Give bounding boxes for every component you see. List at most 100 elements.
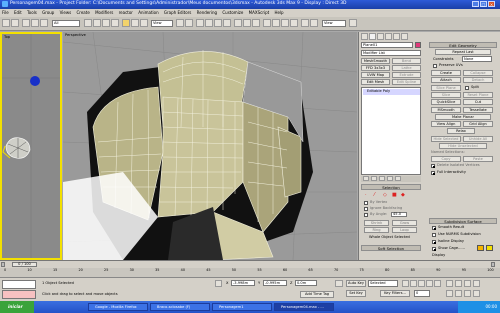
utilities-tab-icon[interactable]	[401, 33, 408, 40]
selection-filter-dropdown[interactable]: All	[52, 20, 80, 27]
goto-end-icon[interactable]	[434, 280, 441, 287]
menu-graph-editors[interactable]: Graph Editors	[164, 10, 191, 15]
track-bar[interactable]: 0 10 15 20 25 30 35 40 45 50 55 60 65 70…	[0, 268, 500, 277]
close-button[interactable]: ×	[488, 1, 495, 7]
menu-file[interactable]: File	[2, 10, 9, 15]
edit-mesh-button[interactable]: Edit Mesh	[361, 79, 390, 85]
shrink-button[interactable]: Shrink	[364, 220, 389, 226]
soft-selection-rollout-header[interactable]: Soft Selection	[361, 245, 421, 251]
y-coordinate-field[interactable]: -0.995m	[263, 280, 287, 286]
angle-snap-icon[interactable]	[205, 19, 213, 27]
remove-modifier-icon[interactable]	[387, 176, 393, 181]
select-rotate-icon[interactable]	[131, 19, 139, 27]
align-icon[interactable]	[252, 19, 260, 27]
element-icon[interactable]: ◆	[401, 192, 405, 198]
lock-selection-icon[interactable]	[215, 280, 222, 287]
full-interactivity-checkbox[interactable]	[431, 171, 435, 175]
set-key-button[interactable]: Set Key	[346, 290, 366, 297]
border-icon[interactable]: ◇	[383, 192, 387, 198]
by-vertex-checkbox[interactable]	[364, 201, 368, 205]
grow-button[interactable]: Grow	[392, 220, 417, 226]
menu-modifiers[interactable]: Modifiers	[95, 10, 113, 15]
curve-editor-icon[interactable]	[272, 19, 280, 27]
reset-plane-button[interactable]: Reset Plane	[463, 92, 493, 98]
prev-frame-icon[interactable]	[1, 262, 5, 267]
field-of-view-icon[interactable]	[446, 290, 453, 297]
cage-selected-color-swatch[interactable]	[486, 245, 493, 251]
cage-color-swatch[interactable]	[477, 245, 484, 251]
frame-readout[interactable]: 0 / 100	[12, 262, 37, 267]
polygon-icon[interactable]: ■	[392, 192, 397, 198]
grid-align-button[interactable]: Grid Align	[463, 121, 493, 127]
minimize-button[interactable]: _	[472, 1, 479, 7]
undo-icon[interactable]	[2, 19, 10, 27]
object-color-swatch[interactable]	[415, 42, 421, 48]
bind-space-warp-icon[interactable]	[40, 19, 48, 27]
set-key-icon[interactable]	[335, 280, 343, 287]
snap-toggle-icon[interactable]	[196, 19, 204, 27]
smooth-result-checkbox[interactable]	[432, 226, 436, 230]
select-move-icon[interactable]	[122, 19, 130, 27]
select-manipulate-icon[interactable]	[185, 19, 193, 27]
detach-button[interactable]: Detach	[463, 77, 493, 83]
unhide-all-button[interactable]: Unhide All	[463, 136, 493, 142]
create-button[interactable]: Create	[431, 70, 461, 76]
render-setup-icon[interactable]	[301, 19, 309, 27]
hide-unselected-button[interactable]: Hide Unselected	[439, 143, 487, 149]
delete-isolated-checkbox[interactable]	[431, 164, 435, 168]
x-coordinate-field[interactable]: -3.998m	[231, 280, 255, 286]
display-tab-icon[interactable]	[393, 33, 400, 40]
goto-start-icon[interactable]	[402, 280, 409, 287]
top-viewport[interactable]: Top	[0, 32, 62, 260]
window-crossing-icon[interactable]	[111, 19, 119, 27]
schematic-view-icon[interactable]	[281, 19, 289, 27]
relax-button[interactable]: Relax	[447, 128, 475, 134]
ring-button[interactable]: Ring	[364, 227, 389, 233]
task-braco[interactable]: Braco-sclosabe (F)	[150, 303, 210, 311]
play-icon[interactable]	[418, 280, 425, 287]
edit-spline-button[interactable]: Edit Spline	[392, 79, 421, 85]
maximize-viewport-icon[interactable]	[473, 290, 480, 297]
collapse-button[interactable]: Collapse	[463, 70, 493, 76]
constraints-dropdown[interactable]: None	[462, 56, 492, 62]
reference-coordinate-dropdown[interactable]: View	[151, 20, 173, 27]
task-firefox[interactable]: Google - Mozilla Firefox	[88, 303, 148, 311]
paste-button[interactable]: Paste	[463, 156, 493, 162]
use-nurms-checkbox[interactable]	[432, 233, 436, 237]
ffd-button[interactable]: FFD 3x3x3	[361, 65, 390, 71]
cut-button[interactable]: Cut	[463, 99, 493, 105]
pan-view-icon[interactable]	[455, 290, 462, 297]
zoom-extents-all-icon[interactable]	[473, 280, 480, 287]
menu-edit[interactable]: Edit	[14, 10, 22, 15]
task-personagem1[interactable]: Personagem1	[212, 303, 272, 311]
extrude-button[interactable]: Extrude	[392, 72, 421, 78]
task-3dsmax[interactable]: Personagem04.max - ...	[274, 303, 334, 311]
material-editor-icon[interactable]	[290, 19, 298, 27]
show-end-result-icon[interactable]	[371, 176, 377, 181]
configure-sets-icon[interactable]	[395, 176, 401, 181]
rect-selection-icon[interactable]	[102, 19, 110, 27]
mirror-icon[interactable]	[243, 19, 251, 27]
select-object-icon[interactable]	[84, 19, 92, 27]
pivot-center-icon[interactable]	[176, 19, 184, 27]
menu-create[interactable]: Create	[76, 10, 89, 15]
redo-icon[interactable]	[11, 19, 19, 27]
key-mode-dropdown[interactable]: Selected	[368, 280, 398, 287]
modifier-list-dropdown[interactable]: Modifier List	[361, 50, 421, 56]
spinner-snap-icon[interactable]	[223, 19, 231, 27]
menu-customize[interactable]: Customize	[222, 10, 243, 15]
named-selection-icon[interactable]	[234, 19, 242, 27]
select-by-name-icon[interactable]	[93, 19, 101, 27]
attach-button[interactable]: Attach	[431, 77, 461, 83]
render-frame-icon[interactable]	[310, 19, 318, 27]
isoline-checkbox[interactable]	[432, 240, 436, 244]
next-key-icon[interactable]	[426, 280, 433, 287]
hide-selected-button[interactable]: Hide Selected	[431, 136, 461, 142]
menu-rendering[interactable]: Rendering	[197, 10, 217, 15]
arc-rotate-icon[interactable]	[464, 290, 471, 297]
motion-tab-icon[interactable]	[385, 33, 392, 40]
quickslice-button[interactable]: QuickSlice	[431, 99, 461, 105]
meshsmooth-button[interactable]: MeshSmooth	[361, 58, 390, 64]
menu-help[interactable]: Help	[274, 10, 283, 15]
start-button[interactable]: iniciar	[0, 301, 34, 313]
